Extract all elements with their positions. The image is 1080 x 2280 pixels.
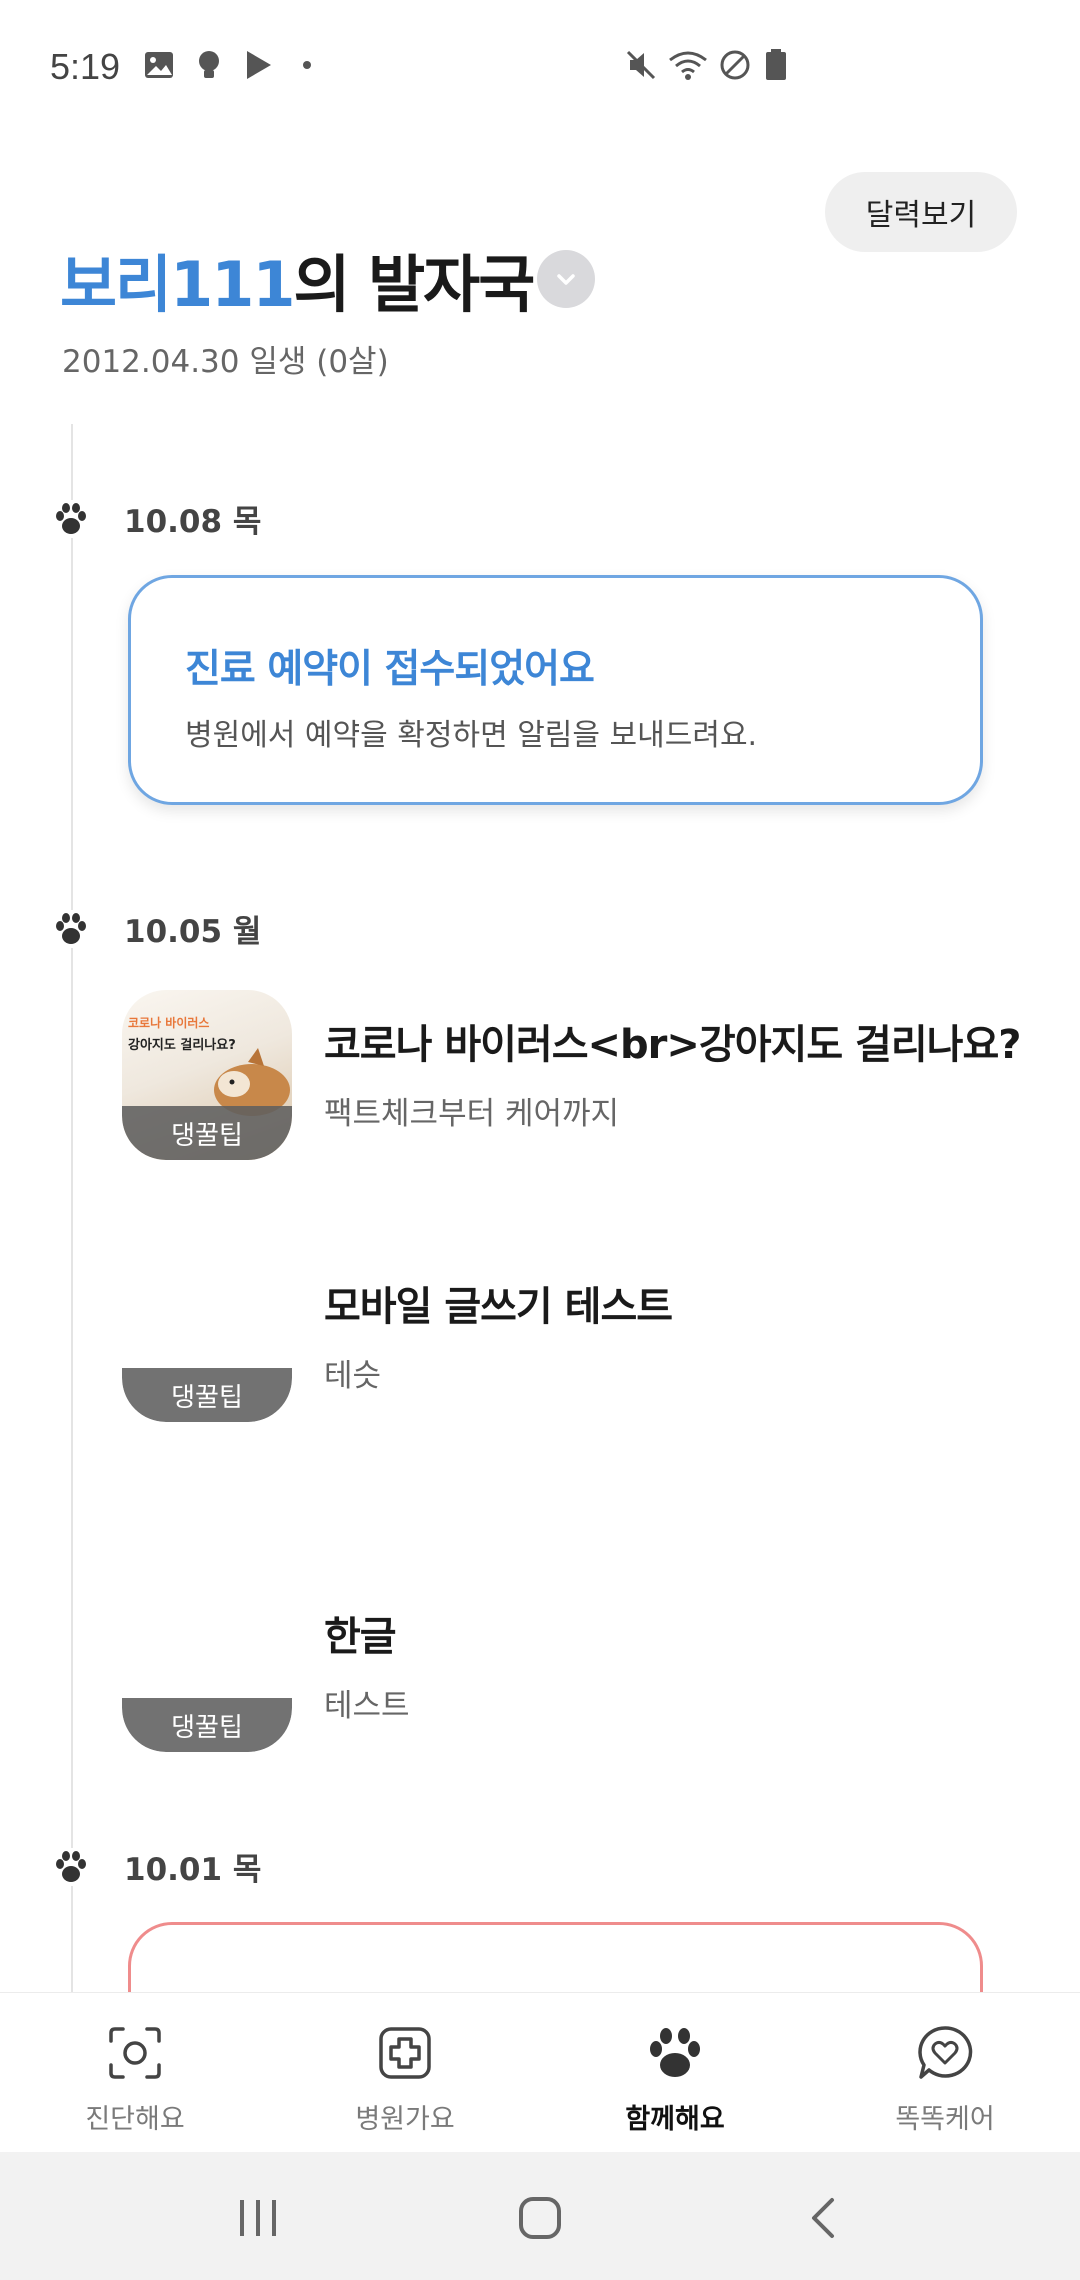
chevron-down-icon xyxy=(557,274,575,285)
nav-tab-diagnose[interactable]: 진단해요 xyxy=(0,1993,270,2153)
wifi-icon xyxy=(669,51,707,80)
timeline-date: 10.08 목 xyxy=(124,504,262,540)
page-title: 보리111의 발자국 xyxy=(60,234,536,324)
birth-date: 2012.04.30 일생 (0살) xyxy=(62,344,389,380)
nav-tab-smart-care[interactable]: 똑똑케어 xyxy=(810,1993,1080,2153)
no-sim-icon xyxy=(720,50,750,80)
pet-name: 보리111 xyxy=(60,248,295,321)
timeline-date: 10.01 목 xyxy=(124,1852,262,1888)
article-subtitle: 테스트 xyxy=(324,1688,410,1724)
timeline-line xyxy=(71,424,73,1994)
article-title: 모바일 글쓰기 테스트 xyxy=(324,1284,673,1330)
nav-label: 병원가요 xyxy=(355,2104,455,2135)
calendar-button-label: 달력보기 xyxy=(865,198,977,233)
article-item[interactable]: 댕꿀팁 한글 테스트 xyxy=(122,1582,1022,1752)
medical-plus-icon xyxy=(379,2027,431,2079)
article-thumbnail: 댕꿀팁 xyxy=(122,1252,292,1422)
article-item[interactable]: 코로나 바이러스 강아지도 걸리나요? 댕꿀팁 코로나 바이러스<br>강아지도… xyxy=(122,990,1022,1160)
nav-tab-together[interactable]: 함께해요 xyxy=(540,1993,810,2153)
paw-icon xyxy=(52,499,90,538)
scan-icon xyxy=(109,2027,161,2079)
paw-icon xyxy=(650,2028,700,2077)
nav-label: 진단해요 xyxy=(85,2104,185,2135)
battery-icon xyxy=(766,49,786,80)
nav-label: 똑똑케어 xyxy=(895,2104,995,2135)
calendar-button[interactable]: 달력보기 xyxy=(825,172,1017,252)
title-suffix: 의 발자국 xyxy=(293,248,536,321)
timeline-date-row: 10.05 월 xyxy=(52,906,261,951)
lightbulb-icon xyxy=(199,51,219,78)
article-tag: 댕꿀팁 xyxy=(122,1368,292,1422)
back-icon[interactable] xyxy=(806,2196,838,2240)
home-icon[interactable] xyxy=(518,2196,562,2240)
chat-heart-icon xyxy=(918,2026,973,2079)
notice-title: 진료 예약이 접수되었어요 xyxy=(185,647,595,692)
gallery-icon xyxy=(145,52,173,78)
article-tag: 댕꿀팁 xyxy=(122,1106,292,1160)
paw-icon xyxy=(52,1847,90,1886)
paw-icon xyxy=(52,909,90,948)
recent-apps-icon[interactable] xyxy=(236,2198,280,2238)
timeline-date: 10.05 월 xyxy=(124,914,262,950)
pet-select-dropdown[interactable] xyxy=(537,250,595,308)
article-thumbnail: 코로나 바이러스 강아지도 걸리나요? 댕꿀팁 xyxy=(122,990,292,1160)
status-time: 5:19 xyxy=(50,46,121,87)
mute-icon xyxy=(626,50,656,80)
status-bar: 5:19 xyxy=(0,0,1080,130)
article-subtitle: 팩트체크부터 케어까지 xyxy=(324,1096,620,1132)
timeline-date-row: 10.01 목 xyxy=(52,1844,261,1889)
reservation-notice-card[interactable]: 진료 예약이 접수되었어요 병원에서 예약을 확정하면 알림을 보내드려요. xyxy=(128,575,983,805)
article-thumbnail: 댕꿀팁 xyxy=(122,1582,292,1752)
article-title: 코로나 바이러스<br>강아지도 걸리나요? xyxy=(324,1022,1021,1068)
thumbnail-caption: 코로나 바이러스 xyxy=(128,1016,210,1030)
nav-tab-hospital[interactable]: 병원가요 xyxy=(270,1993,540,2153)
notice-description: 병원에서 예약을 확정하면 알림을 보내드려요. xyxy=(185,718,758,753)
article-tag: 댕꿀팁 xyxy=(122,1698,292,1752)
bottom-navigation: 진단해요 병원가요 함께해요 똑똑케어 xyxy=(0,1992,1080,2153)
nav-label: 함께해요 xyxy=(625,2104,725,2135)
article-title: 한글 xyxy=(324,1614,397,1660)
article-subtitle: 테슷 xyxy=(324,1358,382,1394)
dot-icon xyxy=(303,61,311,69)
play-store-icon xyxy=(247,51,271,79)
article-item[interactable]: 댕꿀팁 모바일 글쓰기 테스트 테슷 xyxy=(122,1252,1022,1422)
system-navigation-bar xyxy=(0,2152,1080,2280)
timeline-date-row: 10.08 목 xyxy=(52,496,261,541)
